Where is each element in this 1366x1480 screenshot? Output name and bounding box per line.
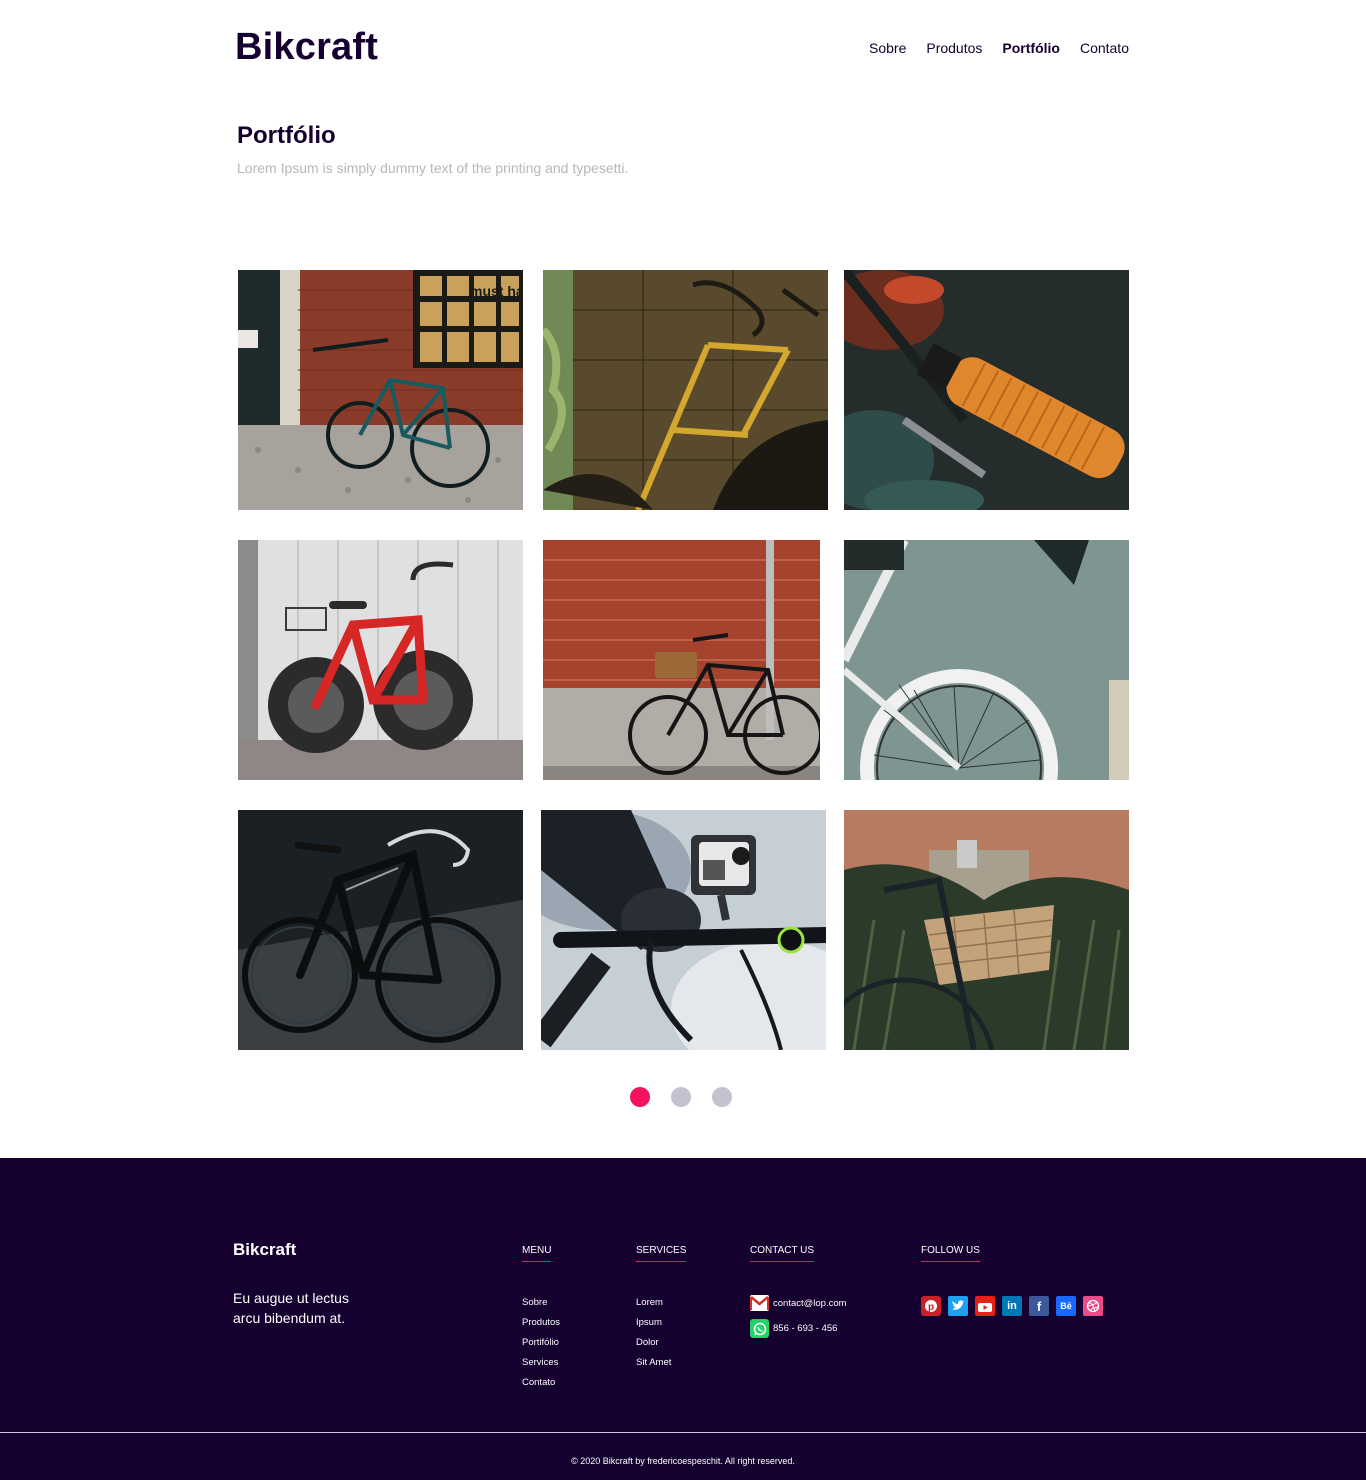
email-icon — [750, 1295, 769, 1311]
gallery-photo-bike-brick-wall[interactable]: must have — [238, 270, 523, 510]
carousel-dot-3[interactable] — [712, 1087, 732, 1107]
gallery-photo-white-wheel[interactable] — [844, 540, 1129, 780]
footer-menu-column: MENU Sobre Produtos Portifólio Services … — [522, 1240, 560, 1393]
footer-phone-text[interactable]: 856 - 693 - 456 — [773, 1323, 837, 1334]
window-sign-text: must have — [470, 283, 523, 299]
footer-service-item[interactable]: Sit Amet — [636, 1353, 686, 1373]
gallery-photo-red-fat-bike[interactable] — [238, 540, 523, 780]
whatsapp-icon — [750, 1319, 769, 1338]
site-logo[interactable]: Bikcraft — [235, 26, 378, 69]
footer-copyright: © 2020 Bikcraft by fredericoespeschit. A… — [571, 1456, 795, 1466]
nav-item-produtos[interactable]: Produtos — [926, 40, 982, 56]
footer-services-column: SERVICES Lorem Ipsum Dolor Sit Amet — [636, 1240, 687, 1373]
footer-logo[interactable]: Bikcraft — [233, 1240, 296, 1260]
nav-item-sobre[interactable]: Sobre — [869, 40, 906, 56]
social-icons: p in f Bē — [921, 1296, 1103, 1316]
footer-menu-item-services[interactable]: Services — [522, 1353, 560, 1373]
footer-contact-column: CONTACT US contact@lop.com 856 - 693 - 4… — [750, 1240, 847, 1346]
footer-service-item[interactable]: Dolor — [636, 1333, 686, 1353]
facebook-icon[interactable]: f — [1029, 1296, 1049, 1316]
linkedin-icon[interactable]: in — [1002, 1296, 1022, 1316]
footer-contact-heading: CONTACT US — [750, 1245, 815, 1262]
svg-text:p: p — [928, 1302, 934, 1313]
youtube-icon[interactable] — [975, 1296, 995, 1316]
footer-menu-item-produtos[interactable]: Produtos — [522, 1313, 560, 1333]
gallery-photo-action-camera-handlebar[interactable] — [541, 810, 826, 1050]
gallery-photo-orange-handlebar-grip[interactable] — [844, 270, 1129, 510]
footer-menu-heading: MENU — [522, 1245, 552, 1262]
footer-menu-item-contato[interactable]: Contato — [522, 1373, 560, 1393]
dribbble-icon[interactable] — [1083, 1296, 1103, 1316]
carousel-dot-1[interactable] — [630, 1087, 650, 1107]
footer-service-item[interactable]: Ipsum — [636, 1313, 686, 1333]
footer-service-item[interactable]: Lorem — [636, 1293, 686, 1313]
footer-divider — [0, 1432, 1366, 1433]
carousel-dot-2[interactable] — [671, 1087, 691, 1107]
page-subtitle: Lorem Ipsum is simply dummy text of the … — [237, 160, 629, 176]
pinterest-icon[interactable]: p — [921, 1296, 941, 1316]
footer-phone-row[interactable]: 856 - 693 - 456 — [750, 1319, 847, 1338]
footer-follow-column: FOLLOW US p in f Bē — [921, 1240, 1103, 1316]
main-nav: Sobre Produtos Portfólio Contato — [869, 40, 1129, 56]
behance-icon[interactable]: Bē — [1056, 1296, 1076, 1316]
footer-email-text[interactable]: contact@lop.com — [773, 1298, 847, 1309]
footer-tagline: Eu augue ut lectus arcu bibendum at. — [233, 1290, 349, 1326]
nav-item-portfolio[interactable]: Portfólio — [1002, 40, 1060, 56]
gallery-photo-bike-basket-brick[interactable] — [543, 540, 820, 780]
footer-services-heading: SERVICES — [636, 1245, 687, 1262]
gallery-photo-yellow-road-bike[interactable] — [543, 270, 828, 510]
page-title: Portfólio — [237, 122, 336, 149]
gallery-photo-wicker-basket-bike[interactable] — [844, 810, 1129, 1050]
footer-menu-item-sobre[interactable]: Sobre — [522, 1293, 560, 1313]
site-footer: Bikcraft Eu augue ut lectus arcu bibendu… — [0, 1158, 1366, 1480]
footer-email-row[interactable]: contact@lop.com — [750, 1295, 847, 1311]
footer-follow-heading: FOLLOW US — [921, 1245, 980, 1262]
nav-item-contato[interactable]: Contato — [1080, 40, 1129, 56]
footer-menu-item-portfolio[interactable]: Portifólio — [522, 1333, 560, 1353]
gallery-photo-black-road-bike[interactable] — [238, 810, 523, 1050]
twitter-icon[interactable] — [948, 1296, 968, 1316]
